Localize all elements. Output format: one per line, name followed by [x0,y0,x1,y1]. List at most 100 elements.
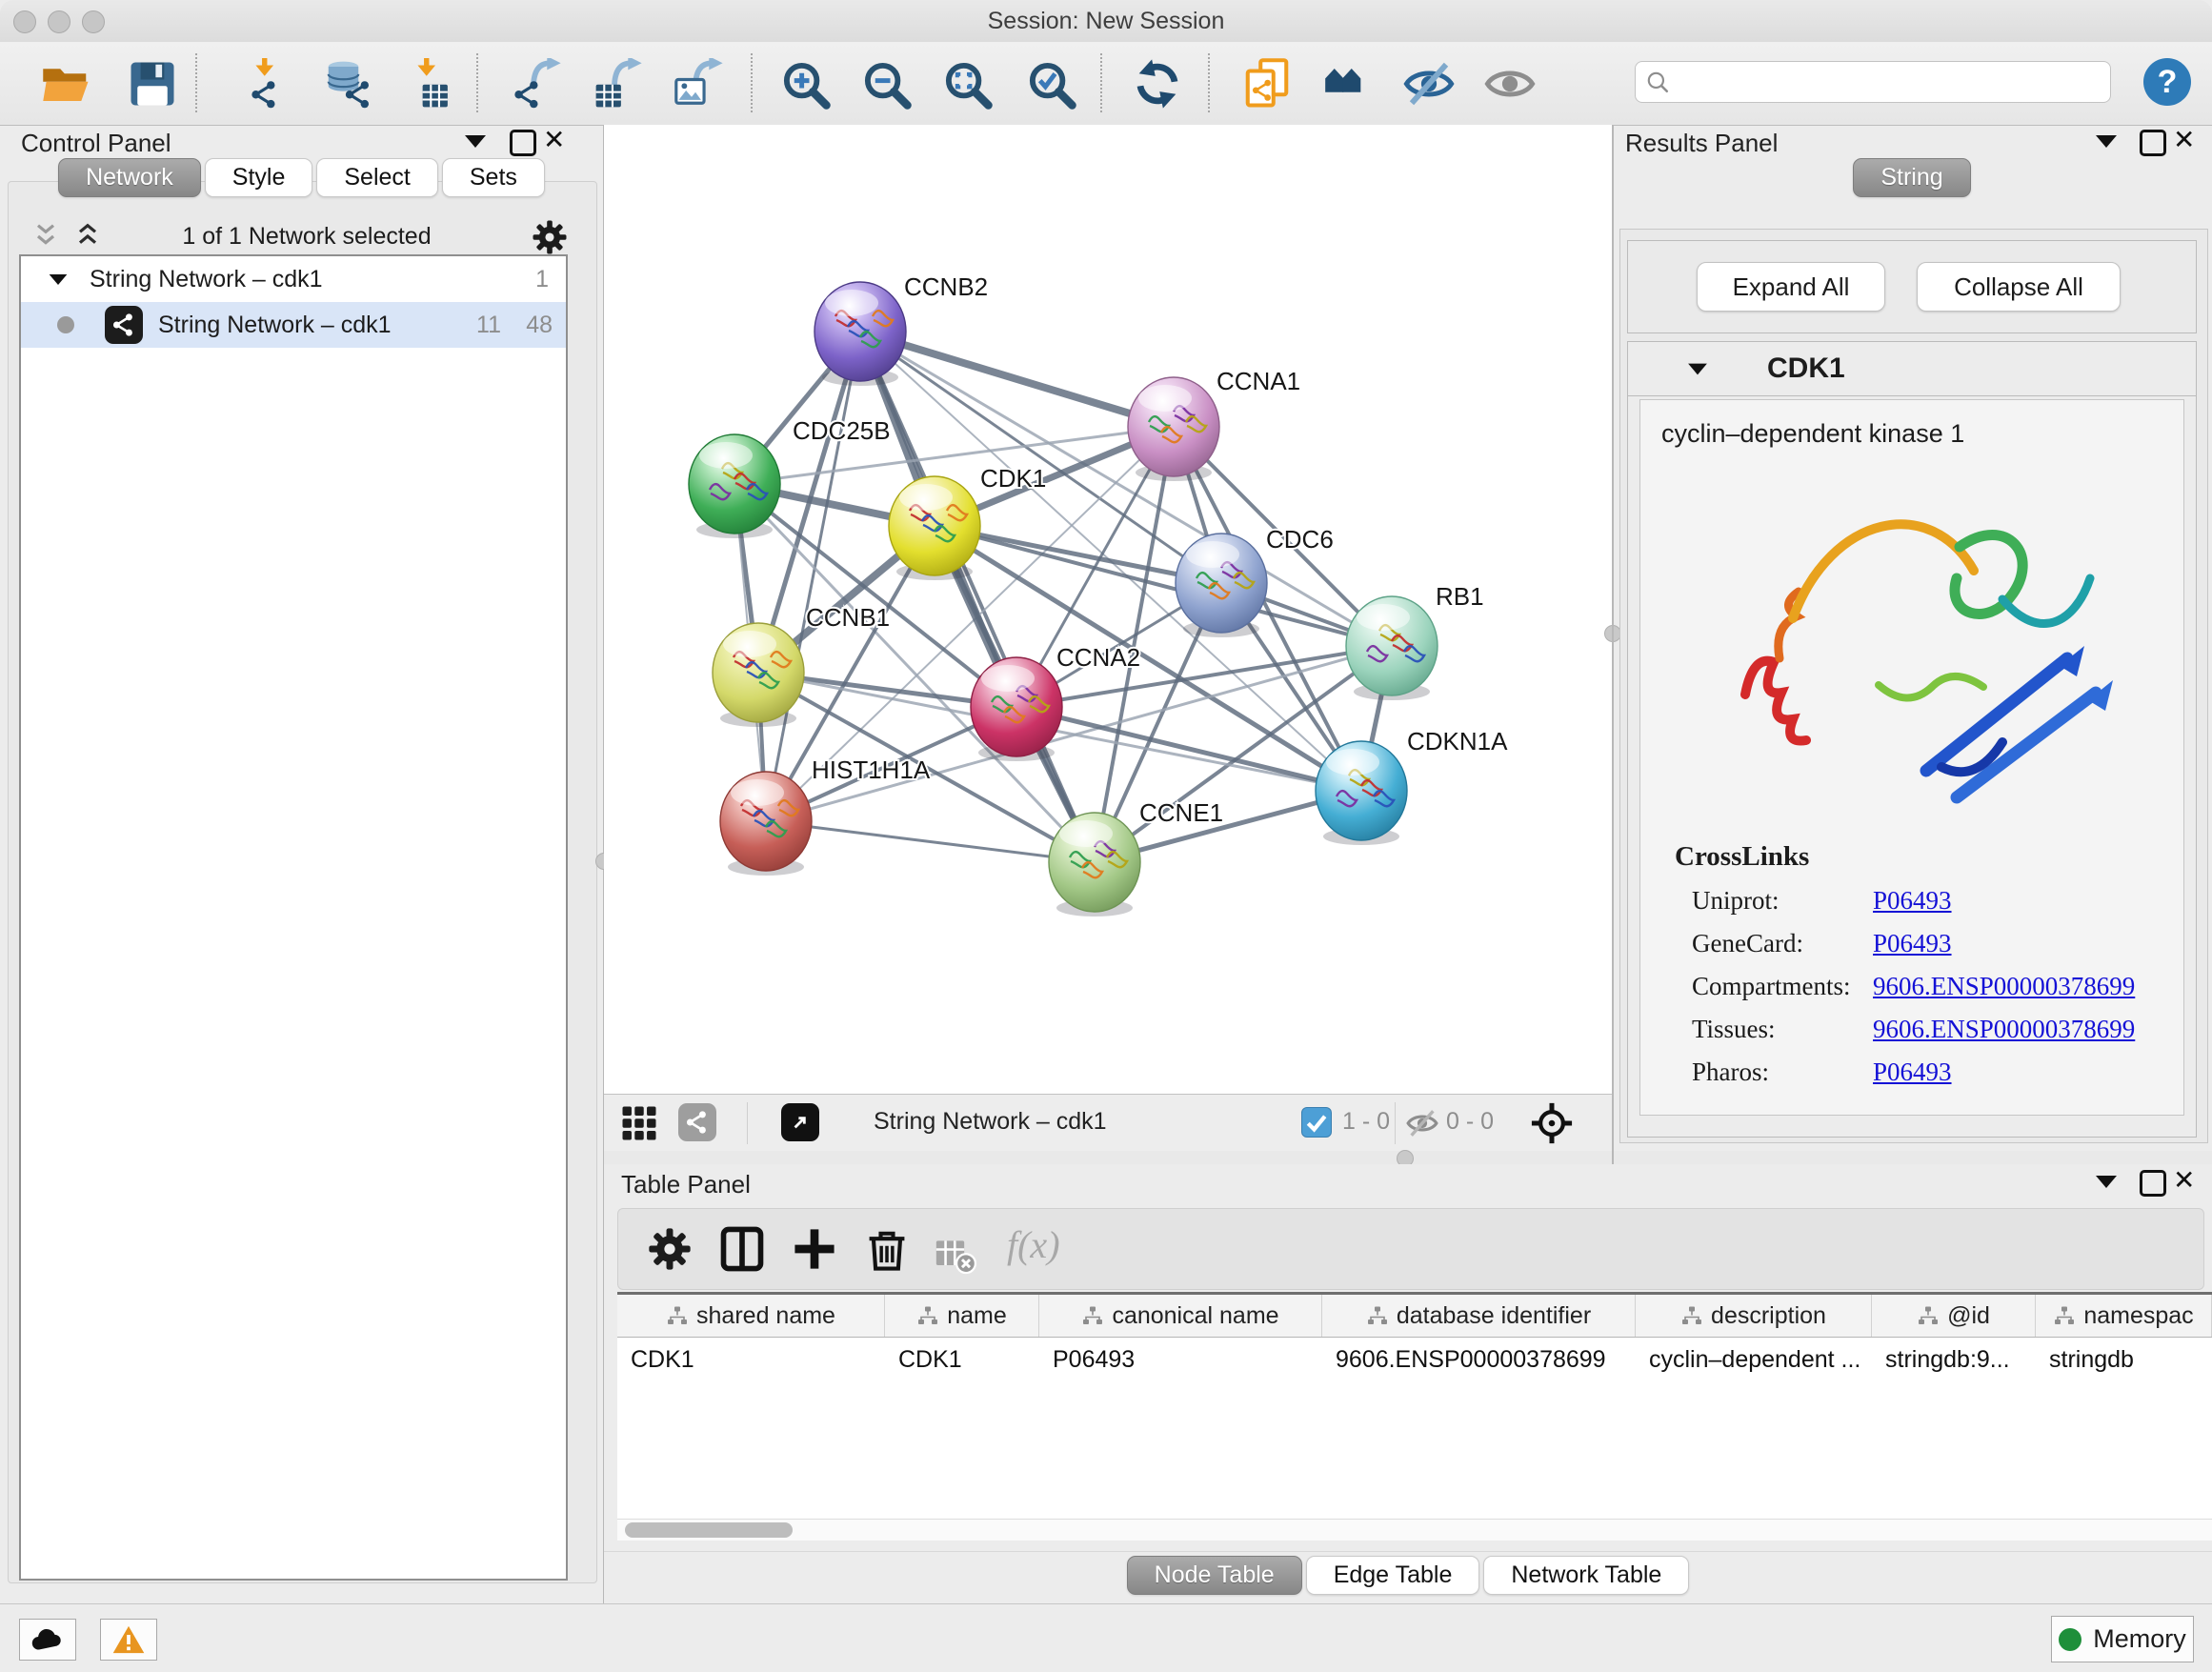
table-panel-close-icon[interactable]: ✕ [2173,1170,2195,1194]
control-panel-title: Control Panel [21,129,171,158]
results-panel-close-icon[interactable]: ✕ [2173,130,2195,153]
network-node-cdc25b [689,434,780,534]
results-panel-menu-icon[interactable] [2096,135,2117,152]
table-cell[interactable]: P06493 [1039,1346,1322,1374]
crosslink-value-link[interactable]: P06493 [1873,929,1952,958]
export-image-icon[interactable] [674,58,726,110]
tab-edge-table[interactable]: Edge Table [1306,1556,1480,1595]
import-network-file-icon[interactable] [241,58,292,110]
zoom-fit-icon[interactable] [941,58,993,110]
expand-all-button[interactable]: Expand All [1697,262,1885,312]
table-cell[interactable]: cyclin–dependent ... [1636,1346,1872,1374]
tab-style[interactable]: Style [205,158,313,197]
table-panel-menu-icon[interactable] [2096,1176,2117,1193]
tab-sets[interactable]: Sets [442,158,545,197]
add-column-icon[interactable] [790,1224,839,1274]
cloud-button[interactable] [19,1619,76,1661]
results-panel-title: Results Panel [1625,129,1778,158]
new-network-from-selection-icon[interactable] [1241,58,1293,110]
hidden-eye-icon[interactable] [1406,1107,1438,1139]
table-toolbar: f(x) [617,1208,2204,1290]
zoom-selected-icon[interactable] [1025,58,1076,110]
column-header-shared-name[interactable]: shared name [617,1295,885,1337]
tab-node-table[interactable]: Node Table [1127,1556,1302,1595]
column-header-canonical-name[interactable]: canonical name [1039,1295,1322,1337]
expand-all-tree-icon[interactable] [30,221,61,252]
table-cell[interactable]: CDK1 [617,1346,885,1374]
delete-column-icon[interactable] [862,1224,912,1274]
table-cell[interactable]: 9606.ENSP00000378699 [1322,1346,1636,1374]
zoom-in-icon[interactable] [779,58,831,110]
crosshair-icon[interactable] [1530,1101,1574,1145]
network-node-ccna1 [1128,377,1219,476]
column-header-database-identifier[interactable]: database identifier [1322,1295,1636,1337]
column-header--id[interactable]: @id [1872,1295,2036,1337]
refresh-layout-icon[interactable] [1132,58,1183,110]
column-header-namespac[interactable]: namespac [2036,1295,2212,1337]
control-panel-close-icon[interactable]: ✕ [543,130,565,153]
network-node-hist1h1a [720,772,812,871]
scrollbar-thumb[interactable] [625,1522,793,1538]
collapse-all-tree-icon[interactable] [72,221,103,252]
network-list-gear-icon[interactable] [530,217,570,257]
svg-text:CDC6: CDC6 [1266,525,1334,554]
hide-selected-icon[interactable] [1403,58,1455,110]
network-node-ccne1 [1049,813,1140,912]
crosslink-value-link[interactable]: 9606.ENSP00000378699 [1873,1015,2135,1044]
show-all-icon[interactable] [1484,58,1536,110]
network-row-selected[interactable]: String Network – cdk1 11 48 [21,302,566,348]
export-table-icon[interactable] [593,58,645,110]
warning-button[interactable] [100,1619,157,1661]
crosslink-value-link[interactable]: 9606.ENSP00000378699 [1873,972,2135,1001]
network-type-icon [105,306,143,344]
import-table-icon[interactable] [403,58,454,110]
open-file-icon[interactable] [41,58,92,110]
help-icon[interactable]: ? [2143,58,2191,106]
open-in-window-icon[interactable] [781,1103,819,1141]
tab-select[interactable]: Select [316,158,437,197]
results-entry-header[interactable]: CDK1 [1628,342,2196,396]
first-neighbors-icon[interactable] [1322,58,1374,110]
network-node-count: 11 [476,312,501,339]
table-cell[interactable]: stringdb:9... [1872,1346,2036,1374]
table-settings-icon[interactable] [645,1224,694,1274]
search-box[interactable] [1635,61,2111,103]
tab-network[interactable]: Network [58,158,201,197]
table-panel-float-icon[interactable] [2140,1170,2166,1201]
show-columns-icon[interactable] [717,1224,767,1274]
grid-view-icon[interactable] [619,1103,659,1143]
save-session-icon[interactable] [127,58,178,110]
entry-collapse-icon[interactable] [1688,363,1707,374]
crosslink-value-link[interactable]: P06493 [1873,1058,1952,1087]
import-network-database-icon[interactable] [322,58,373,110]
table-cell[interactable]: CDK1 [885,1346,1039,1374]
results-panel-float-icon[interactable] [2140,130,2166,161]
control-panel-menu-icon[interactable] [465,135,486,152]
control-panel-float-icon[interactable] [510,130,536,161]
network-canvas[interactable]: CCNB2CCNA1CDC25BCDK1CDC6RB1CCNB1CCNA2CDK… [604,125,1612,1095]
column-header-name[interactable]: name [885,1295,1039,1337]
table-row[interactable]: CDK1CDK1P064939606.ENSP00000378699cyclin… [617,1338,2212,1381]
share-view-icon[interactable] [678,1103,716,1141]
tab-network-table[interactable]: Network Table [1483,1556,1689,1595]
tab-string[interactable]: String [1853,158,1970,197]
export-network-icon[interactable] [513,58,564,110]
collection-count: 1 [535,266,549,293]
column-header-description[interactable]: description [1636,1295,1872,1337]
memory-label: Memory [2093,1624,2186,1654]
crosslink-value-link[interactable]: P06493 [1873,886,1952,916]
memory-button[interactable]: Memory [2051,1616,2194,1662]
table-horizontal-scrollbar[interactable] [617,1519,2212,1541]
results-panel-splitter[interactable] [1612,125,1614,1164]
window-title: Session: New Session [0,8,2212,35]
table-cell[interactable]: stringdb [2036,1346,2212,1374]
search-input[interactable] [1678,68,2101,96]
collection-expand-icon[interactable] [50,273,68,284]
network-graph[interactable]: CCNB2CCNA1CDC25BCDK1CDC6RB1CCNB1CCNA2CDK… [604,125,1612,1094]
collapse-all-button[interactable]: Collapse All [1917,262,2121,312]
toolbar-separator [476,53,478,112]
status-bar: Memory [0,1603,2212,1672]
network-collection-row[interactable]: String Network – cdk1 1 [21,256,566,302]
zoom-out-icon[interactable] [860,58,912,110]
selected-checkbox[interactable] [1301,1107,1332,1138]
